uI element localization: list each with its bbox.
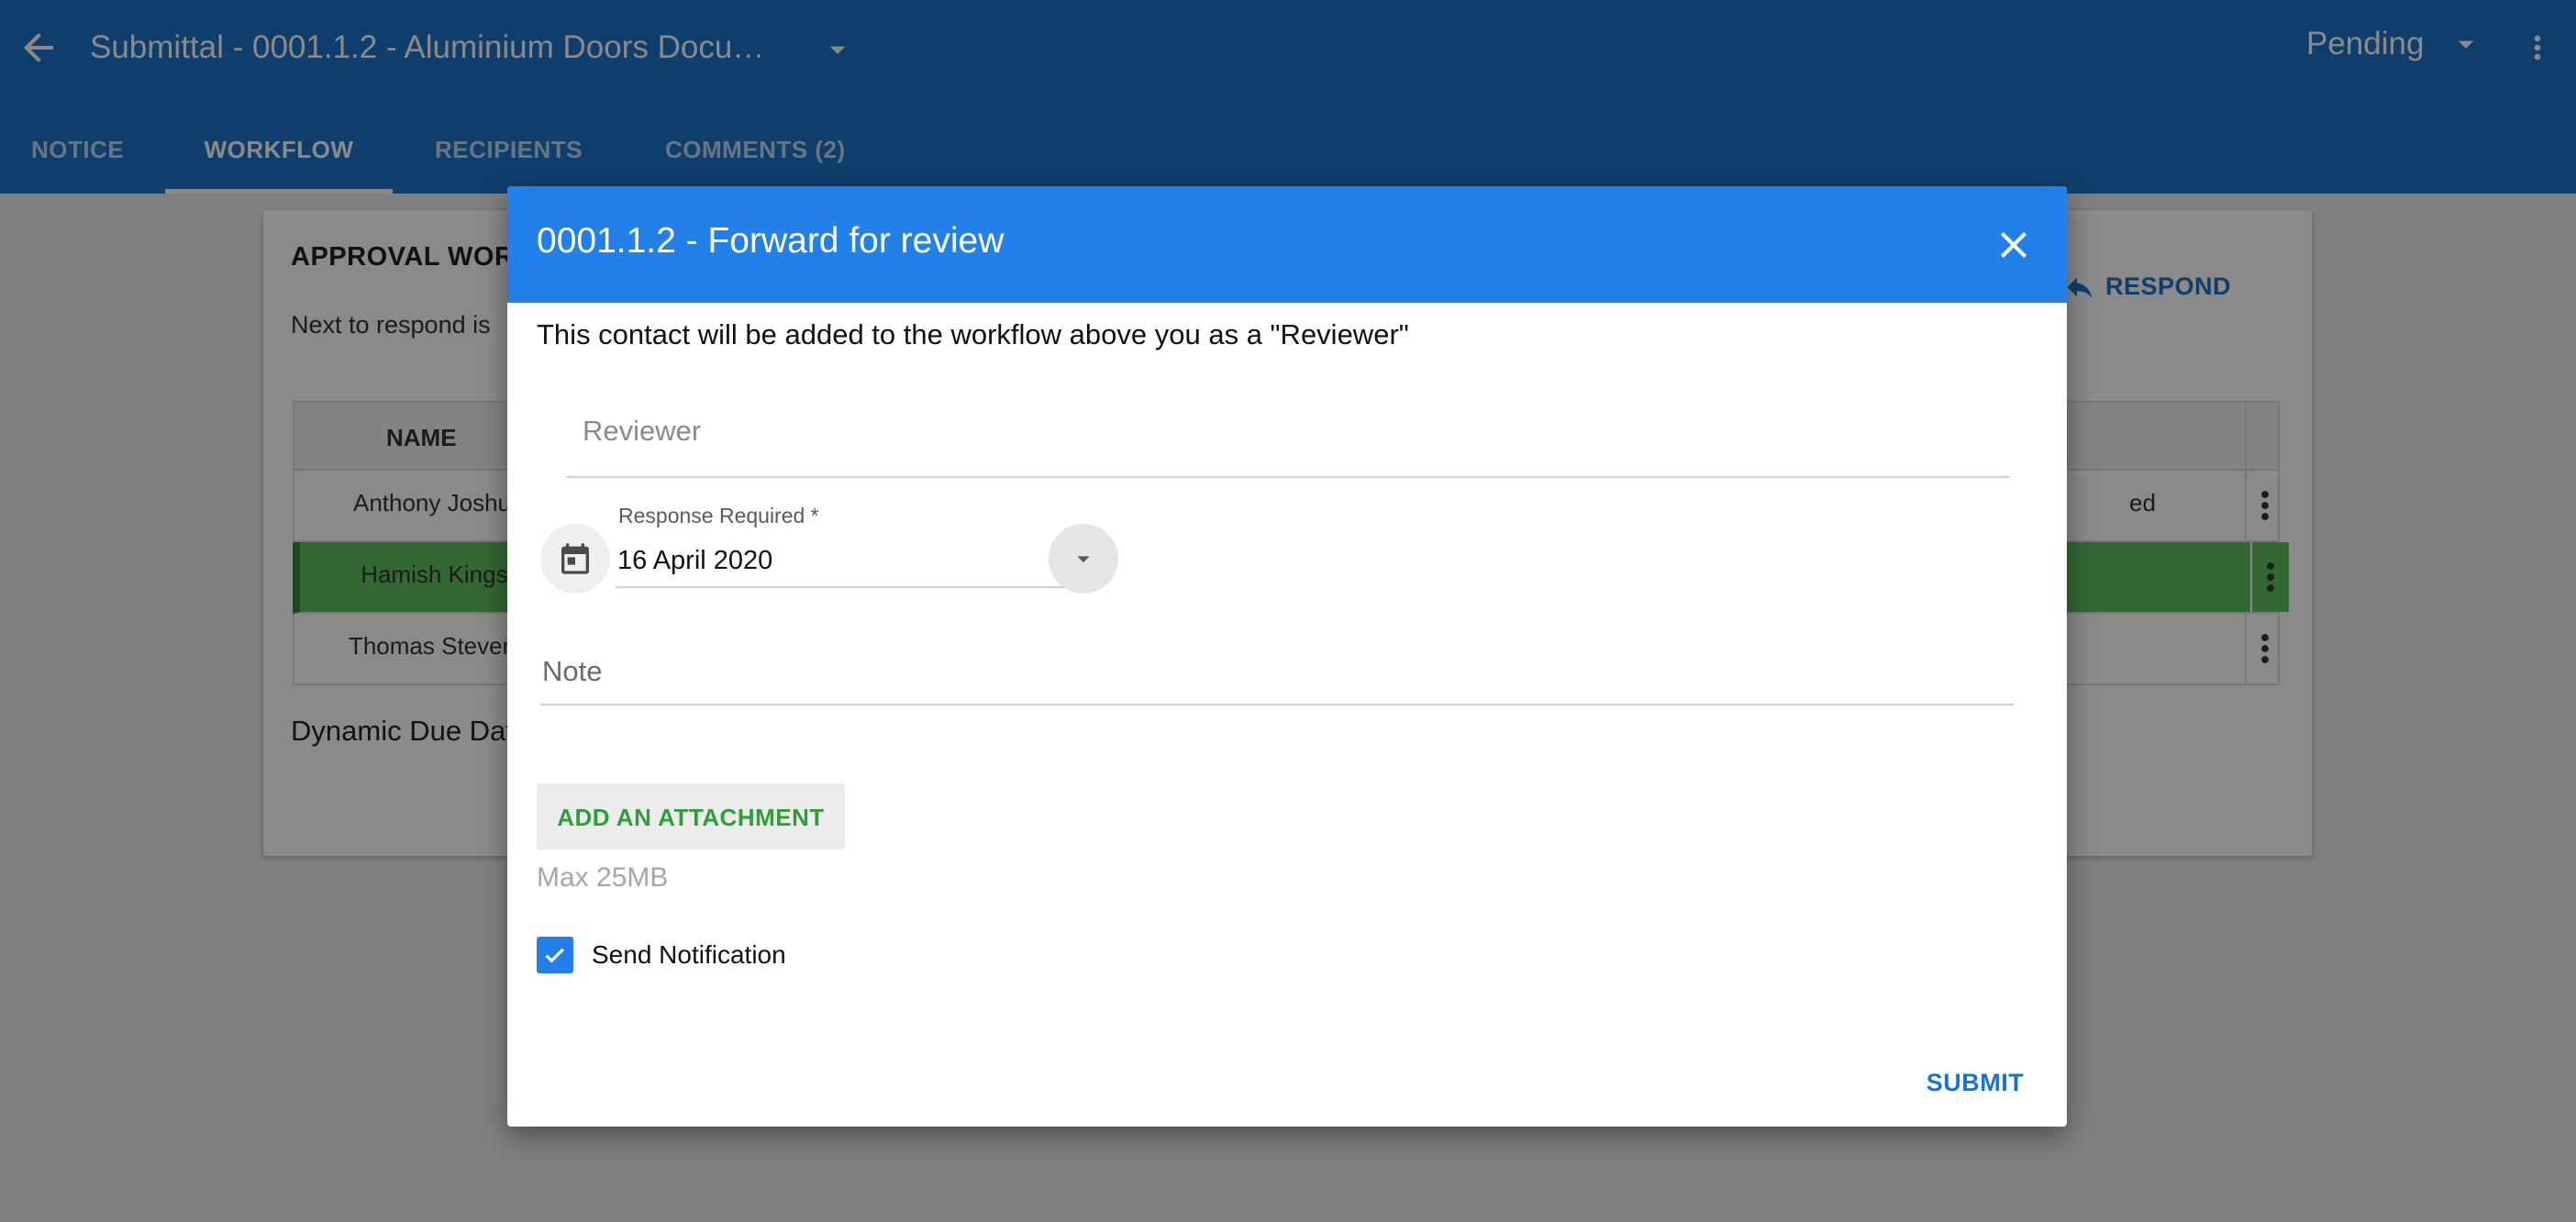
response-required-date-field[interactable]: 16 April 2020 — [616, 533, 1102, 588]
response-required-value: 16 April 2020 — [617, 546, 773, 575]
note-input[interactable] — [540, 643, 2014, 700]
reviewer-field — [566, 390, 2010, 478]
max-size-hint: Max 25MB — [537, 862, 669, 893]
submit-button[interactable]: SUBMIT — [1911, 1060, 2039, 1105]
send-notification-checkbox[interactable] — [537, 937, 573, 973]
send-notification-label[interactable]: Send Notification — [592, 940, 786, 970]
dialog-info-text: This contact will be added to the workfl… — [537, 318, 1409, 350]
add-attachment-label: ADD AN ATTACHMENT — [557, 804, 825, 831]
close-icon[interactable] — [1992, 223, 2036, 267]
add-attachment-button[interactable]: ADD AN ATTACHMENT — [537, 783, 845, 850]
response-required-label: Response Required * — [618, 504, 819, 528]
reviewer-input[interactable] — [566, 390, 2010, 472]
caret-down-icon[interactable] — [1049, 524, 1118, 594]
calendar-icon[interactable] — [540, 524, 610, 594]
submit-label: SUBMIT — [1926, 1069, 2025, 1096]
dialog-title: 0001.1.2 - Forward for review — [537, 221, 1005, 261]
dialog-header: 0001.1.2 - Forward for review — [507, 186, 2067, 303]
note-field — [540, 643, 2014, 705]
forward-for-review-dialog: 0001.1.2 - Forward for review This conta… — [507, 186, 2067, 1127]
